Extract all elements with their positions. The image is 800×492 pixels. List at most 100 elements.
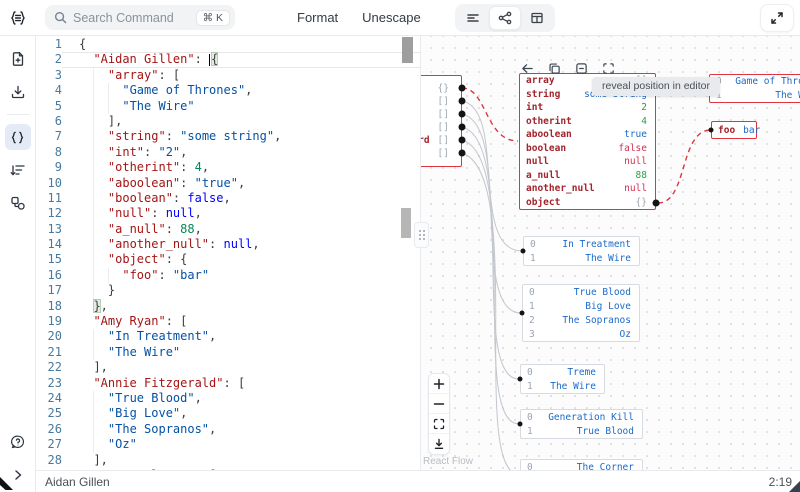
format-button[interactable]: Format [297, 10, 338, 25]
editor-line[interactable]: 22], [36, 360, 420, 375]
json-braces-tool-button[interactable] [4, 124, 31, 150]
line-number: 11 [47, 190, 62, 205]
editor-line[interactable]: 9 "otherint": 4, [36, 160, 420, 176]
line-content: ], [93, 360, 108, 375]
line-content: } [62, 283, 420, 299]
editor-line[interactable]: 25 "Big Love", [36, 406, 420, 422]
editor-scrollbar-thumb[interactable] [402, 37, 413, 63]
editor-line[interactable]: 18}, [36, 298, 420, 314]
json-code-editor[interactable]: 1{2 "Aidan Gillen": {3 "array": [4 "Game of… [36, 36, 421, 470]
fullscreen-button[interactable] [760, 3, 794, 32]
fit-view-button[interactable] [429, 414, 449, 434]
editor-overview-marker [401, 208, 411, 238]
graph-node-alexander[interactable]: 0 Generation Kill 1 True Blood [520, 409, 643, 439]
type-transform-button[interactable] [5, 190, 31, 216]
editor-line[interactable]: 28], [36, 453, 420, 468]
sort-transform-button[interactable] [5, 157, 31, 183]
editor-line[interactable]: 26 "The Sopranos", [36, 421, 420, 438]
panel-resize-handle[interactable] [414, 222, 429, 248]
expand-icon [771, 11, 783, 24]
graph-node-amy[interactable]: 0 In Treatment 1 The Wire [523, 236, 640, 266]
line-content: "Amy Ryan": [ [93, 314, 188, 329]
zoom-in-button[interactable] [429, 374, 449, 394]
node-row: foo bar [718, 124, 761, 136]
sort-descending-icon [10, 165, 25, 176]
editor-line[interactable]: 21 "The Wire" [36, 344, 420, 361]
search-shortcut-kbd: ⌘ K [195, 9, 230, 26]
help-button[interactable] [5, 429, 31, 455]
editor-line[interactable]: 16 "foo": "bar" [36, 267, 420, 284]
graph-view-button[interactable] [488, 5, 521, 30]
new-document-button[interactable] [5, 46, 31, 72]
collapse-node-button[interactable] [574, 61, 588, 75]
zoom-out-button[interactable] [429, 394, 449, 414]
focus-icon [602, 62, 614, 74]
editor-line[interactable]: 4 "Game of Thrones", [36, 83, 420, 99]
editor-line[interactable]: 20 "In Treatment", [36, 329, 420, 345]
edge-selected [657, 129, 712, 204]
reveal-tooltip: reveal position in editor [592, 77, 720, 96]
window-resize-grip[interactable] [789, 481, 800, 492]
editor-line[interactable]: 14 "another_null": null, [36, 237, 420, 253]
line-content: "int": "2", [62, 144, 420, 161]
graph-node-foo[interactable]: foo bar [711, 121, 761, 139]
line-content: }, [93, 298, 108, 313]
line-number: 18 [47, 298, 62, 313]
editor-line[interactable]: 19 "Amy Ryan": [ [36, 314, 420, 329]
editor-line[interactable]: 10 "aboolean": "true", [36, 175, 420, 191]
line-content: "otherint": 4, [62, 160, 420, 176]
editor-line[interactable]: 6], [36, 113, 420, 130]
search-command-bar[interactable]: ⌘ K [45, 5, 235, 30]
line-content: "another_null": null, [62, 237, 420, 253]
unescape-button[interactable]: Unescape [362, 10, 421, 25]
graph-node-root[interactable]: {} [] [] [] rd[] [] [421, 75, 462, 167]
editor-line[interactable]: 2 "Aidan Gillen": { [36, 52, 420, 67]
download-button[interactable] [5, 79, 31, 105]
editor-line[interactable]: 7 "string": "some string", [36, 129, 420, 145]
line-content: "null": null, [62, 206, 420, 222]
editor-line[interactable]: 12 "null": null, [36, 206, 420, 222]
line-number: 8 [54, 144, 62, 159]
download-image-button[interactable] [429, 434, 449, 454]
editor-line[interactable]: 5 "The Wire" [36, 98, 420, 114]
editor-line[interactable]: 24 "True Blood", [36, 390, 420, 407]
node-row: 0 Treme [527, 366, 596, 378]
copy-node-button[interactable] [547, 61, 561, 75]
graph-canvas[interactable]: {}[][][]rd[][]array[]stringsome stringin… [421, 36, 800, 470]
node-row: [] [437, 109, 449, 120]
line-content: "Aidan Gillen": { [62, 52, 420, 67]
graph-node-annie[interactable]: 0 True Blood 1 Big Love 2 The Sopranos 3 Oz [522, 284, 640, 342]
selected-node-path: Aidan Gillen [45, 474, 110, 489]
editor-line[interactable]: 23 "Annie Fitzgerald": [ [36, 376, 420, 391]
react-flow-attribution[interactable]: React Flow [423, 456, 473, 467]
focus-node-button[interactable] [601, 61, 615, 75]
line-content: { [79, 37, 87, 51]
search-input[interactable] [67, 10, 196, 25]
editor-line[interactable]: 1{ [36, 37, 420, 52]
graph-view-icon [498, 11, 512, 24]
editor-line[interactable]: 3 "array": [ [36, 67, 420, 84]
editor-line[interactable]: 8 "int": "2", [36, 144, 420, 161]
help-icon [10, 435, 24, 449]
table-view-icon [531, 12, 543, 23]
editor-line[interactable]: 11 "boolean": false, [36, 190, 420, 207]
table-view-button[interactable] [521, 6, 553, 30]
collapse-icon [575, 62, 587, 74]
graph-node-anwan[interactable]: 0 Treme 1 The Wire [520, 364, 605, 394]
app-logo-button[interactable] [7, 7, 29, 29]
node-port [458, 136, 466, 144]
editor-line[interactable]: 27 "Oz" [36, 437, 420, 453]
editor-line[interactable]: 13 "a_null": 88, [36, 221, 420, 238]
editor-line[interactable]: 15 "object": { [36, 252, 420, 268]
node-port [458, 123, 466, 131]
graph-node-array_got[interactable]: 0Game of Thrones1The Wire [709, 74, 800, 103]
edge-selected [461, 87, 519, 142]
text-view-button[interactable] [457, 6, 489, 30]
editor-line[interactable]: 17} [36, 283, 420, 299]
editor-line[interactable]: 29"Anwan Glover": [ [36, 468, 420, 470]
graph-node-alice[interactable]: 0The Corner1Oz [520, 459, 643, 470]
left-sidebar [0, 36, 36, 492]
back-button[interactable] [520, 61, 534, 75]
search-icon [54, 11, 67, 24]
json-braces-logo-icon [11, 10, 25, 25]
